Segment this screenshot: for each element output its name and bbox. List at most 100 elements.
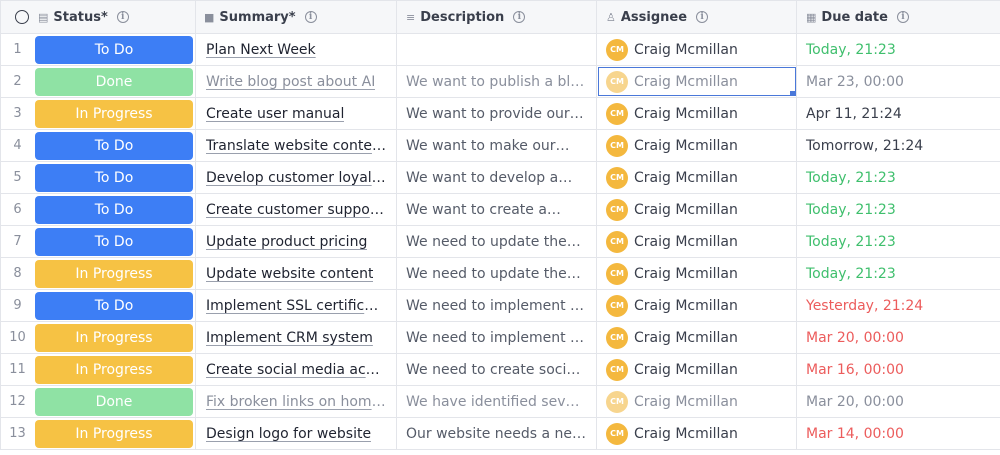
status-badge[interactable]: In Progress (35, 355, 193, 384)
description-cell[interactable]: We want to make our… (397, 130, 597, 161)
assignee-cell[interactable]: CM Craig Mcmillan (597, 162, 797, 193)
assignee-cell[interactable]: CM Craig Mcmillan (597, 130, 797, 161)
due-date-cell[interactable]: Today, 21:23 (797, 258, 1000, 289)
assignee-cell[interactable]: CM Craig Mcmillan (597, 258, 797, 289)
summary-cell[interactable]: Update product pricing (196, 226, 397, 257)
summary-link[interactable]: Update product pricing (206, 234, 367, 250)
status-cell[interactable]: In Progress (34, 258, 196, 289)
summary-link[interactable]: Create user manual (206, 106, 344, 122)
description-cell[interactable]: We need to update the… (397, 226, 597, 257)
assignee-cell[interactable]: CM Craig Mcmillan (597, 66, 797, 97)
table-row[interactable]: 10 In Progress Implement CRM system We need… (1, 322, 1000, 354)
summary-link[interactable]: Plan Next Week (206, 42, 316, 58)
due-date-cell[interactable]: Yesterday, 21:24 (797, 290, 1000, 321)
summary-link[interactable]: Create social media accou… (206, 362, 386, 378)
status-badge[interactable]: To Do (35, 195, 193, 224)
status-cell[interactable]: To Do (34, 226, 196, 257)
table-row[interactable]: 5 To Do Develop customer loyalty … We want … (1, 162, 1000, 194)
description-cell[interactable]: We want to provide our… (397, 98, 597, 129)
table-row[interactable]: 7 To Do Update product pricing We need to u… (1, 226, 1000, 258)
assignee-cell[interactable]: CM Craig Mcmillan (597, 322, 797, 353)
description-cell[interactable]: We need to create social… (397, 354, 597, 385)
summary-cell[interactable]: Develop customer loyalty … (196, 162, 397, 193)
due-date-cell[interactable]: Tomorrow, 21:24 (797, 130, 1000, 161)
status-cell[interactable]: In Progress (34, 98, 196, 129)
table-row[interactable]: 4 To Do Translate website content We want t… (1, 130, 1000, 162)
summary-cell[interactable]: Implement SSL certificate (196, 290, 397, 321)
table-row[interactable]: 11 In Progress Create social media accou… W… (1, 354, 1000, 386)
summary-link[interactable]: Update website content (206, 266, 373, 282)
summary-cell[interactable]: Design logo for website (196, 418, 397, 449)
header-description[interactable]: ≡ Description i (397, 1, 597, 33)
status-cell[interactable]: To Do (34, 290, 196, 321)
status-cell[interactable]: To Do (34, 194, 196, 225)
description-cell[interactable]: We want to create a… (397, 194, 597, 225)
description-cell[interactable]: We need to update the… (397, 258, 597, 289)
assignee-cell[interactable]: CM Craig Mcmillan (597, 290, 797, 321)
table-row[interactable]: 1 To Do Plan Next Week CM Craig Mcmillan Toda… (1, 34, 1000, 66)
status-badge[interactable]: In Progress (35, 419, 193, 448)
assignee-cell[interactable]: CM Craig Mcmillan (597, 98, 797, 129)
status-badge[interactable]: To Do (35, 35, 193, 64)
due-date-cell[interactable]: Mar 23, 00:00 (797, 66, 1000, 97)
description-cell[interactable]: We need to implement a… (397, 322, 597, 353)
due-date-cell[interactable]: Today, 21:23 (797, 194, 1000, 225)
due-date-cell[interactable]: Mar 20, 00:00 (797, 322, 1000, 353)
info-icon[interactable]: i (513, 11, 526, 23)
header-status[interactable]: ▤ Status* i (34, 1, 196, 33)
summary-cell[interactable]: Create customer support … (196, 194, 397, 225)
summary-link[interactable]: Develop customer loyalty … (206, 170, 386, 186)
header-due-date[interactable]: ▦ Due date i (797, 1, 1000, 33)
summary-cell[interactable]: Create user manual (196, 98, 397, 129)
summary-cell[interactable]: Fix broken links on homep… (196, 386, 397, 417)
info-icon[interactable]: i (116, 11, 129, 23)
due-date-cell[interactable]: Apr 11, 21:24 (797, 98, 1000, 129)
header-assignee[interactable]: ♙ Assignee i (597, 1, 797, 33)
due-date-cell[interactable]: Mar 20, 00:00 (797, 386, 1000, 417)
header-summary[interactable]: ■ Summary* i (196, 1, 397, 33)
summary-link[interactable]: Implement SSL certificate (206, 298, 386, 314)
status-badge[interactable]: In Progress (35, 259, 193, 288)
summary-cell[interactable]: Plan Next Week (196, 34, 397, 65)
status-badge[interactable]: Done (35, 67, 193, 96)
description-cell[interactable]: We want to publish a blog… (397, 66, 597, 97)
select-all-checkbox[interactable] (14, 10, 29, 24)
status-badge[interactable]: To Do (35, 291, 193, 320)
status-cell[interactable]: To Do (34, 34, 196, 65)
summary-link[interactable]: Fix broken links on homep… (206, 394, 386, 410)
summary-cell[interactable]: Implement CRM system (196, 322, 397, 353)
summary-cell[interactable]: Translate website content (196, 130, 397, 161)
status-badge[interactable]: To Do (35, 227, 193, 256)
summary-link[interactable]: Write blog post about AI (206, 74, 375, 90)
due-date-cell[interactable]: Mar 14, 00:00 (797, 418, 1000, 449)
status-cell[interactable]: To Do (34, 130, 196, 161)
summary-link[interactable]: Create customer support … (206, 202, 386, 218)
description-cell[interactable]: Our website needs a new… (397, 418, 597, 449)
due-date-cell[interactable]: Today, 21:23 (797, 34, 1000, 65)
status-badge[interactable]: To Do (35, 131, 193, 160)
summary-cell[interactable]: Update website content (196, 258, 397, 289)
description-cell[interactable]: We need to implement an… (397, 290, 597, 321)
info-icon[interactable]: i (304, 11, 317, 23)
assignee-cell[interactable]: CM Craig Mcmillan (597, 418, 797, 449)
summary-link[interactable]: Design logo for website (206, 426, 371, 442)
table-row[interactable]: 3 In Progress Create user manual We want to… (1, 98, 1000, 130)
assignee-cell[interactable]: CM Craig Mcmillan (597, 354, 797, 385)
status-badge[interactable]: To Do (35, 163, 193, 192)
summary-cell[interactable]: Create social media accou… (196, 354, 397, 385)
status-badge[interactable]: In Progress (35, 99, 193, 128)
description-cell[interactable]: We want to develop a… (397, 162, 597, 193)
status-cell[interactable]: Done (34, 66, 196, 97)
status-badge[interactable]: In Progress (35, 323, 193, 352)
table-row[interactable]: 6 To Do Create customer support … We want t… (1, 194, 1000, 226)
status-cell[interactable]: In Progress (34, 354, 196, 385)
fill-handle[interactable] (790, 91, 795, 96)
status-cell[interactable]: In Progress (34, 418, 196, 449)
summary-link[interactable]: Translate website content (206, 138, 386, 154)
summary-cell[interactable]: Write blog post about AI (196, 66, 397, 97)
description-cell[interactable] (397, 34, 597, 65)
table-row[interactable]: 12 Done Fix broken links on homep… We have … (1, 386, 1000, 418)
assignee-cell[interactable]: CM Craig Mcmillan (597, 386, 797, 417)
assignee-cell[interactable]: CM Craig Mcmillan (597, 194, 797, 225)
assignee-cell[interactable]: CM Craig Mcmillan (597, 226, 797, 257)
